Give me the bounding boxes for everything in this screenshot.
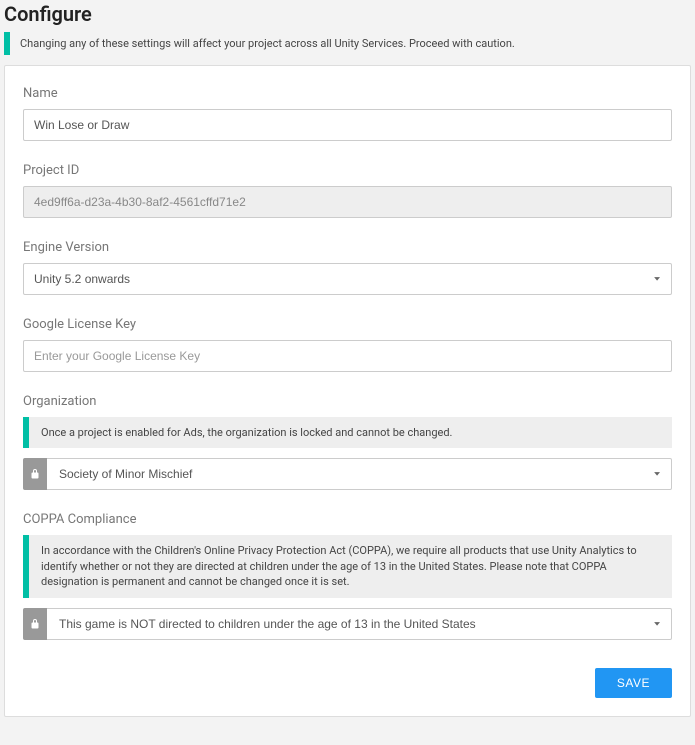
field-engine-version: Engine Version Unity 5.2 onwards — [23, 240, 672, 295]
save-button[interactable]: SAVE — [595, 668, 672, 698]
top-warning-banner: Changing any of these settings will affe… — [4, 32, 695, 55]
organization-info-text: Once a project is enabled for Ads, the o… — [29, 417, 464, 448]
name-input[interactable] — [23, 109, 672, 141]
organization-info-banner: Once a project is enabled for Ads, the o… — [23, 417, 672, 448]
organization-select-wrap: Society of Minor Mischief — [47, 458, 672, 490]
google-license-key-label: Google License Key — [23, 317, 672, 332]
organization-label: Organization — [23, 394, 672, 409]
lock-icon — [23, 608, 47, 640]
engine-version-label: Engine Version — [23, 240, 672, 255]
organization-select[interactable]: Society of Minor Mischief — [47, 458, 672, 490]
field-organization: Organization Once a project is enabled f… — [23, 394, 672, 490]
project-id-input — [23, 186, 672, 218]
google-license-key-input[interactable] — [23, 340, 672, 372]
field-name: Name — [23, 86, 672, 141]
top-warning-text: Changing any of these settings will affe… — [10, 32, 525, 55]
coppa-info-text: In accordance with the Children's Online… — [29, 535, 672, 597]
field-coppa: COPPA Compliance In accordance with the … — [23, 512, 672, 639]
lock-icon — [23, 458, 47, 490]
organization-locked-row: Society of Minor Mischief — [23, 458, 672, 490]
configure-card: Name Project ID Engine Version Unity 5.2… — [4, 65, 691, 717]
field-google-license-key: Google License Key — [23, 317, 672, 372]
coppa-label: COPPA Compliance — [23, 512, 672, 527]
coppa-info-banner: In accordance with the Children's Online… — [23, 535, 672, 597]
page-title: Configure — [0, 0, 695, 32]
name-label: Name — [23, 86, 672, 101]
field-project-id: Project ID — [23, 163, 672, 218]
coppa-select-wrap: This game is NOT directed to children un… — [47, 608, 672, 640]
project-id-label: Project ID — [23, 163, 672, 178]
engine-version-select[interactable]: Unity 5.2 onwards — [23, 263, 672, 295]
actions-row: SAVE — [23, 668, 672, 698]
coppa-locked-row: This game is NOT directed to children un… — [23, 608, 672, 640]
coppa-select[interactable]: This game is NOT directed to children un… — [47, 608, 672, 640]
engine-version-select-wrap: Unity 5.2 onwards — [23, 263, 672, 295]
